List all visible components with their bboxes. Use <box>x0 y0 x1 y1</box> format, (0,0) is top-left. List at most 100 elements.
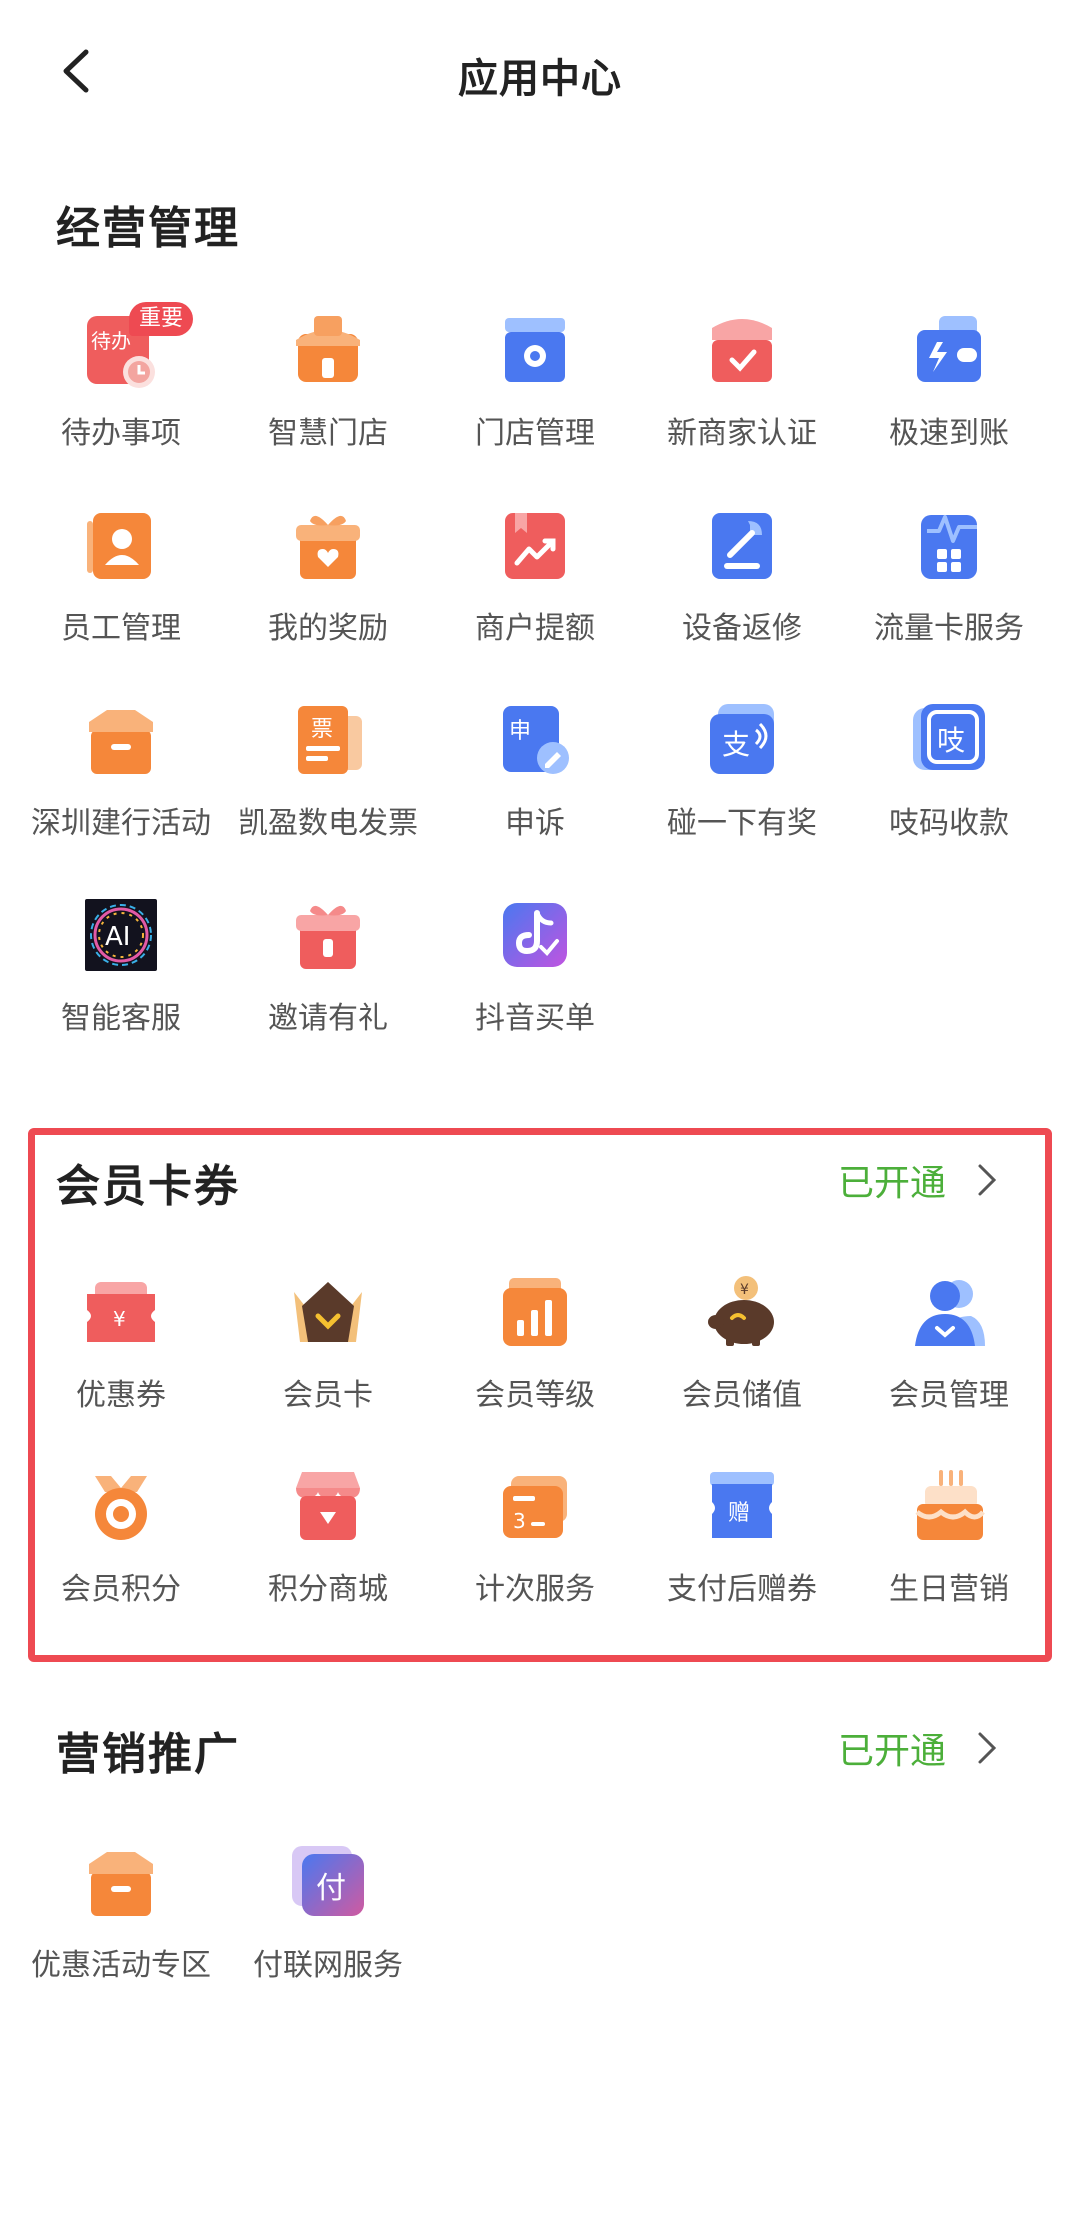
app-label: 设备返修 <box>682 611 802 646</box>
fulian-icon-text: 付 <box>316 1871 346 1906</box>
important-badge: 重要 <box>129 302 194 336</box>
gift-voucher-icon: 赠 <box>702 1466 782 1546</box>
level-chart-icon <box>495 1272 575 1352</box>
app-label: 生日营销 <box>889 1572 1009 1607</box>
activity-box-icon <box>81 700 161 780</box>
status-text: 已开通 <box>837 1731 946 1772</box>
app-label: 会员储值 <box>682 1378 802 1413</box>
crown-icon <box>288 1272 368 1352</box>
app-item-member-level[interactable]: 会员等级 <box>430 1272 640 1422</box>
app-label: 会员积分 <box>61 1572 181 1607</box>
ai-service-icon: AI <box>81 895 161 975</box>
app-label: 吱码收款 <box>889 806 1009 841</box>
todo-icon: 待办 重要 <box>81 302 194 390</box>
app-label: 极速到账 <box>889 416 1009 451</box>
app-label: 待办事项 <box>61 416 181 451</box>
app-label: 邀请有礼 <box>268 1001 388 1036</box>
app-header: 应用中心 <box>0 0 1080 150</box>
appeal-icon: 申 <box>495 700 575 780</box>
app-label: 会员管理 <box>889 1378 1009 1413</box>
reward-gift-icon <box>288 505 368 585</box>
app-item-smart-store[interactable]: 智慧门店 <box>223 310 433 460</box>
tap-icon-text: 支 <box>722 728 750 761</box>
app-label: 我的奖励 <box>268 611 388 646</box>
app-item-merchant-verify[interactable]: 新商家认证 <box>637 310 847 460</box>
app-item-coupon[interactable]: ¥ 优惠券 <box>16 1272 226 1422</box>
app-item-activity[interactable]: 深圳建行活动 <box>16 700 226 850</box>
app-item-points-mall[interactable]: 积分商城 <box>223 1466 433 1616</box>
app-item-data-card[interactable]: 流量卡服务 <box>844 505 1054 655</box>
app-label: 门店管理 <box>475 416 595 451</box>
app-label: 付联网服务 <box>253 1948 403 1983</box>
app-item-zhi-code[interactable]: 吱 吱码收款 <box>844 700 1054 850</box>
app-label: 凯盈数电发票 <box>238 806 418 841</box>
app-label: 商户提额 <box>475 611 595 646</box>
app-label: 深圳建行活动 <box>31 806 211 841</box>
app-item-member-manage[interactable]: 会员管理 <box>844 1272 1054 1422</box>
douyin-pay-icon <box>495 895 575 975</box>
app-label: 会员等级 <box>475 1378 595 1413</box>
app-item-store-manage[interactable]: 门店管理 <box>430 310 640 460</box>
section-title-marketing: 营销推广 <box>56 1729 240 1780</box>
invoice-ticket-icon: 票 <box>288 700 368 780</box>
marketing-status-link[interactable]: 已开通 <box>838 1722 998 1774</box>
app-item-douyin[interactable]: 抖音买单 <box>430 895 640 1045</box>
app-item-fast-wallet[interactable]: 极速到账 <box>844 310 1054 460</box>
member-status-link[interactable]: 已开通 <box>838 1154 998 1206</box>
app-label: 碰一下有奖 <box>667 806 817 841</box>
app-item-appeal[interactable]: 申 申诉 <box>430 700 640 850</box>
repair-wrench-icon <box>702 505 782 585</box>
app-item-tap[interactable]: 支 碰一下有奖 <box>637 700 847 850</box>
limit-raise-icon <box>495 505 575 585</box>
app-label: 新商家认证 <box>667 416 817 451</box>
app-item-gift-voucher[interactable]: 赠 支付后赠券 <box>637 1466 847 1616</box>
app-label: 计次服务 <box>475 1572 595 1607</box>
app-label: 会员卡 <box>283 1378 373 1413</box>
birthday-cake-icon <box>909 1466 989 1546</box>
fast-wallet-icon <box>909 310 989 390</box>
app-item-promo-zone[interactable]: 优惠活动专区 <box>16 1842 226 1992</box>
app-item-invoice[interactable]: 票 凯盈数电发票 <box>223 700 433 850</box>
ai-icon-text: AI <box>105 922 130 952</box>
app-item-count-service[interactable]: 3 计次服务 <box>430 1466 640 1616</box>
promo-box-icon <box>81 1842 161 1922</box>
svg-text:¥: ¥ <box>113 1307 126 1331</box>
app-label: 抖音买单 <box>475 1001 595 1036</box>
voucher-icon-text: 赠 <box>728 1501 750 1526</box>
app-label: 积分商城 <box>268 1572 388 1607</box>
chevron-right-icon <box>978 1732 997 1764</box>
appeal-icon-text: 申 <box>509 719 531 744</box>
app-label: 流量卡服务 <box>874 611 1024 646</box>
staff-icon <box>81 505 161 585</box>
zhi-icon-text: 吱 <box>937 724 965 757</box>
app-item-staff[interactable]: 员工管理 <box>16 505 226 655</box>
app-label: 优惠活动专区 <box>31 1948 211 1983</box>
points-mall-icon <box>288 1466 368 1546</box>
app-item-todo[interactable]: 待办 重要 待办事项 <box>16 302 226 460</box>
app-item-limit-raise[interactable]: 商户提额 <box>430 505 640 655</box>
app-item-invite[interactable]: 邀请有礼 <box>223 895 433 1045</box>
zhi-code-icon: 吱 <box>909 700 989 780</box>
app-item-ai-service[interactable]: AI 智能客服 <box>16 895 226 1045</box>
piggy-bank-icon: ¥ <box>702 1272 782 1352</box>
app-item-fulian[interactable]: 付 付联网服务 <box>223 1842 433 1992</box>
app-item-member-card[interactable]: 会员卡 <box>223 1272 433 1422</box>
store-manage-icon <box>495 310 575 390</box>
invoice-icon-text: 票 <box>311 717 333 742</box>
count-icon-text: 3 <box>513 1509 526 1533</box>
app-item-member-points[interactable]: 会员积分 <box>16 1466 226 1616</box>
invite-gift-icon <box>288 895 368 975</box>
app-item-member-stored-value[interactable]: ¥ 会员储值 <box>637 1272 847 1422</box>
tap-pay-icon: 支 <box>702 700 782 780</box>
coupon-icon: ¥ <box>81 1272 161 1352</box>
app-label: 支付后赠券 <box>667 1572 817 1607</box>
section-title-business: 经营管理 <box>56 203 240 254</box>
app-item-birthday[interactable]: 生日营销 <box>844 1466 1054 1616</box>
app-label: 智慧门店 <box>268 416 388 451</box>
app-item-repair[interactable]: 设备返修 <box>637 505 847 655</box>
app-label: 申诉 <box>505 806 565 841</box>
points-icon <box>81 1466 161 1546</box>
app-item-reward[interactable]: 我的奖励 <box>223 505 433 655</box>
data-card-icon <box>909 505 989 585</box>
page-title: 应用中心 <box>458 56 622 102</box>
